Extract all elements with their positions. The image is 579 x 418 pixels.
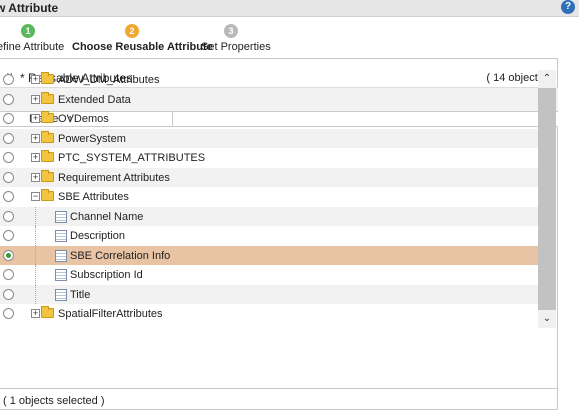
attribute-icon <box>55 210 67 223</box>
tree-guide-line <box>35 284 36 304</box>
row-select-radio[interactable] <box>3 308 14 319</box>
dialog-title: w Attribute <box>0 1 59 15</box>
expand-icon[interactable]: + <box>31 133 40 143</box>
tree-row[interactable]: + Requirement Attributes <box>0 167 538 187</box>
tree-row-label: PTC_SYSTEM_ATTRIBUTES <box>58 152 206 164</box>
step-1-label: efine Attribute <box>0 41 65 53</box>
tree-guide-line <box>35 265 36 285</box>
selection-status-bar: ( 1 objects selected ) <box>0 388 558 410</box>
step-2-badge: 2 <box>125 24 139 38</box>
row-select-radio[interactable] <box>3 74 14 85</box>
tree-scrollbar[interactable]: ⌃ ⌄ <box>538 70 556 328</box>
tree-row-label: Subscription Id <box>70 269 143 281</box>
row-select-radio[interactable] <box>3 210 14 222</box>
attribute-icon <box>55 288 67 301</box>
tree-row[interactable]: + ADW_DM_Attributes <box>0 70 538 90</box>
row-select-radio[interactable] <box>3 113 14 124</box>
attribute-icon <box>55 269 67 281</box>
help-icon[interactable]: ? <box>561 0 575 14</box>
tree-row-label: SBE Attributes <box>58 191 129 203</box>
tree-row[interactable]: + Extended Data <box>0 89 538 109</box>
expand-icon[interactable]: + <box>31 94 40 104</box>
tree-row[interactable]: + SpatialFilterAttributes <box>0 304 538 324</box>
tree-row-label: Channel Name <box>70 210 144 223</box>
folder-icon <box>41 306 54 318</box>
row-select-radio[interactable] <box>3 288 14 300</box>
expand-icon[interactable]: + <box>31 172 40 182</box>
row-select-radio[interactable] <box>3 191 14 202</box>
folder-icon <box>41 189 54 201</box>
row-select-radio[interactable] <box>3 152 14 163</box>
tree-row[interactable]: SBE Correlation Info <box>0 245 538 265</box>
tree-row-label: PowerSystem <box>58 132 126 145</box>
row-select-radio[interactable] <box>3 249 14 261</box>
folder-icon <box>41 72 54 84</box>
row-select-radio[interactable] <box>3 171 14 183</box>
attribute-icon <box>55 249 67 262</box>
dialog-titlebar: w Attribute ? <box>0 0 579 17</box>
row-select-radio[interactable] <box>3 269 14 280</box>
tree-row[interactable]: Title <box>0 284 538 304</box>
attribute-tree: + ADW_DM_Attributes + Extended Data + OVDemos… <box>0 70 538 328</box>
attribute-icon <box>55 230 67 242</box>
expand-icon[interactable]: + <box>31 153 40 162</box>
tree-row-label: SBE Correlation Info <box>70 249 171 262</box>
tree-row-label: Extended Data <box>58 93 131 106</box>
tree-row[interactable]: Description <box>0 226 538 246</box>
row-select-radio[interactable] <box>3 93 14 105</box>
step-2-label: Choose Reusable Attribute <box>72 41 213 53</box>
expand-icon[interactable]: + <box>31 75 40 84</box>
tree-row[interactable]: Channel Name <box>0 206 538 226</box>
tree-row-label: Requirement Attributes <box>58 171 170 184</box>
tree-guide-line <box>35 245 36 265</box>
tree-row[interactable]: + PowerSystem <box>0 128 538 148</box>
collapse-icon[interactable]: − <box>31 192 40 201</box>
tree-row[interactable]: − SBE Attributes <box>0 187 538 207</box>
folder-icon <box>41 130 54 143</box>
row-select-radio[interactable] <box>3 132 14 144</box>
selection-status: ( 1 objects selected ) <box>3 395 105 407</box>
tree-row[interactable]: + OVDemos <box>0 109 538 129</box>
folder-icon <box>41 169 54 182</box>
scroll-thumb[interactable] <box>538 88 556 310</box>
tree-row-label: OVDemos <box>58 113 109 125</box>
scroll-down-icon[interactable]: ⌄ <box>538 310 556 328</box>
folder-icon <box>41 91 54 104</box>
expand-icon[interactable]: + <box>31 309 40 318</box>
step-3-label: Set Properties <box>201 41 271 53</box>
folder-icon <box>41 150 54 162</box>
tree-row-label: Description <box>70 230 126 242</box>
scroll-up-icon[interactable]: ⌃ <box>538 70 556 88</box>
tree-row[interactable]: + PTC_SYSTEM_ATTRIBUTES <box>0 148 538 168</box>
step-3-badge: 3 <box>224 24 238 38</box>
tree-row-label: SpatialFilterAttributes <box>58 308 163 320</box>
folder-icon <box>41 111 54 123</box>
tree-guide-line <box>35 226 36 246</box>
tree-guide-line <box>35 206 36 226</box>
tree-row-label: Title <box>70 288 91 301</box>
expand-icon[interactable]: + <box>31 114 40 123</box>
tree-row-label: ADW_DM_Attributes <box>58 74 160 86</box>
step-1-badge: 1 <box>21 24 35 38</box>
tree-row[interactable]: Subscription Id <box>0 265 538 285</box>
row-select-radio[interactable] <box>3 230 14 241</box>
